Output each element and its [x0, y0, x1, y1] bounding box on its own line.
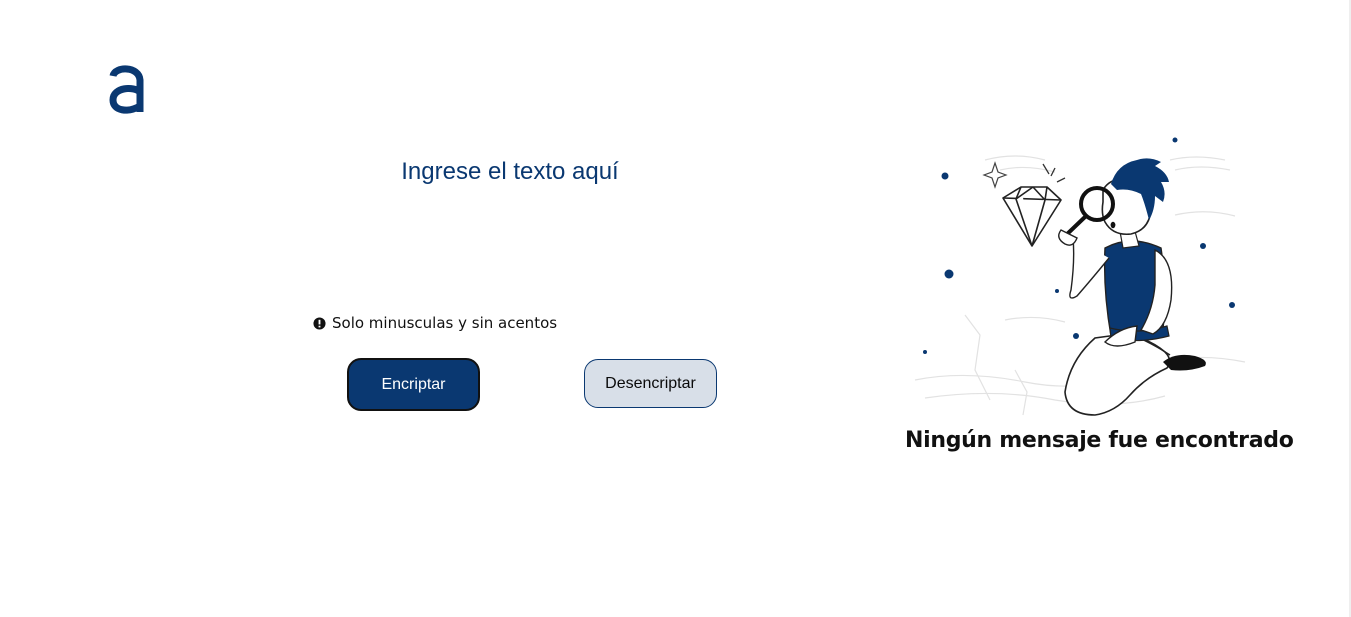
exclamation-circle-icon	[313, 316, 326, 330]
input-hint: Solo minusculas y sin acentos	[313, 314, 557, 332]
decrypt-button[interactable]: Desencriptar	[584, 359, 717, 408]
message-input[interactable]	[300, 158, 720, 288]
no-message-title: Ningún mensaje fue encontrado	[905, 428, 1294, 453]
alura-logo-icon	[109, 65, 144, 114]
hint-text: Solo minusculas y sin acentos	[332, 314, 558, 332]
encrypt-button[interactable]: Encriptar	[347, 358, 480, 411]
boy-magnifying-glass-illustration	[914, 137, 1246, 416]
